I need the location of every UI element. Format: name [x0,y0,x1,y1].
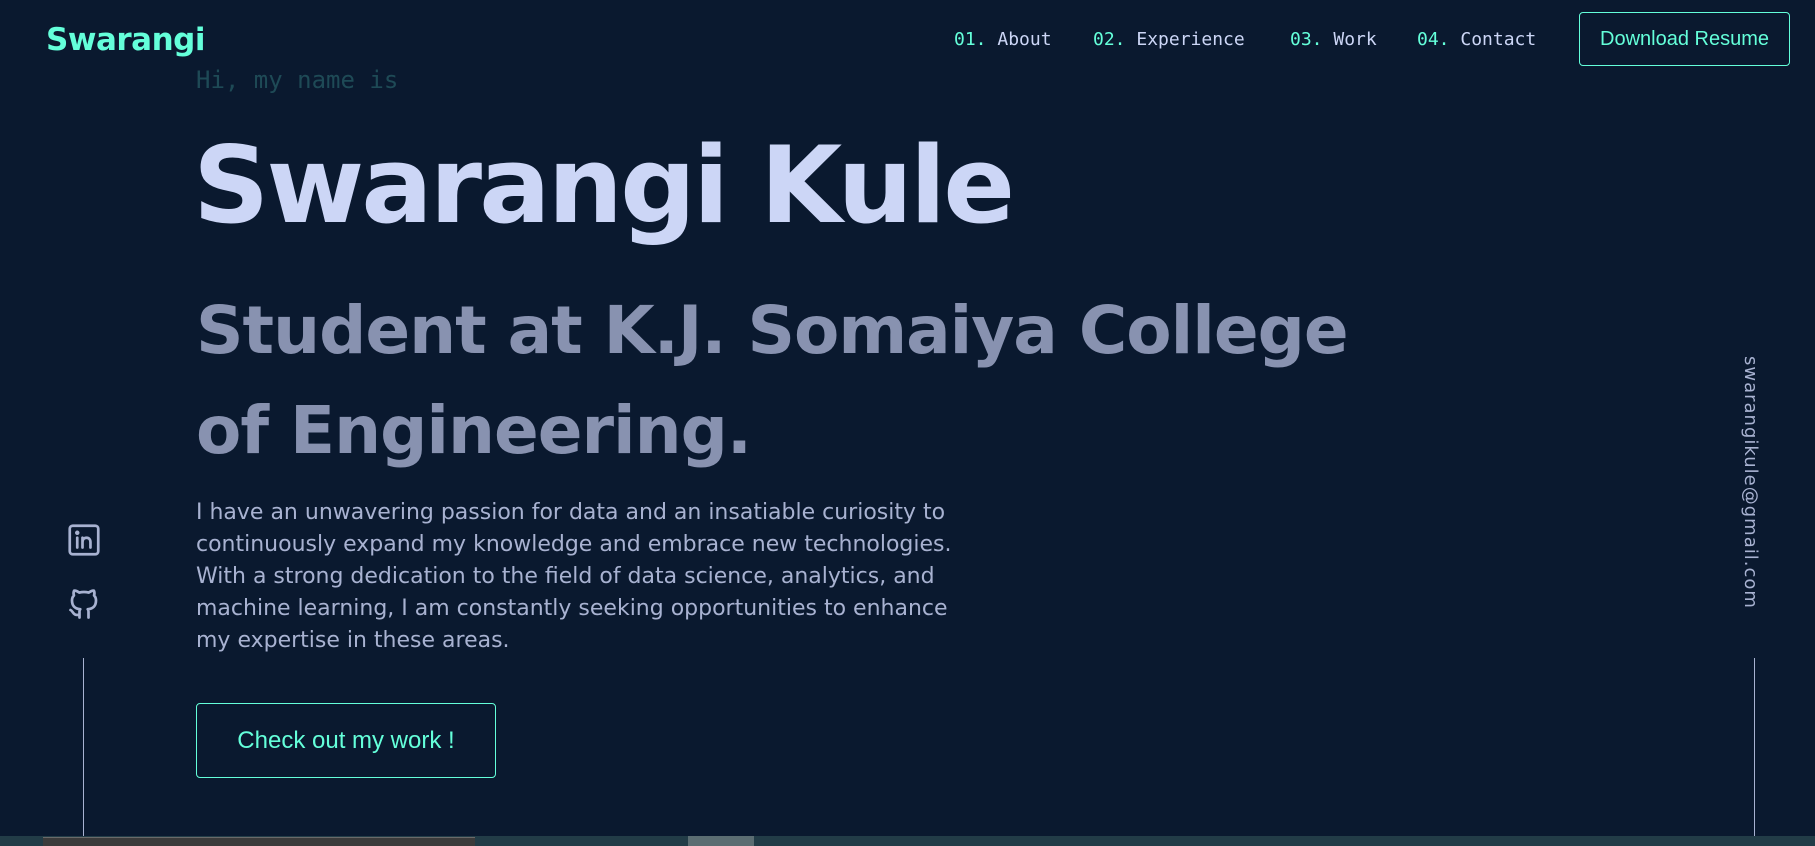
nav-link-contact[interactable]: 04. Contact [1417,29,1536,50]
left-divider-line [83,658,84,838]
nav-label: About [997,29,1052,50]
site-logo[interactable]: Swarangi [46,22,205,58]
nav-number: 01. [954,29,987,50]
nav-label: Contact [1460,29,1537,50]
hero-subtitle: Student at K.J. Somaiya College of Engin… [196,292,1349,469]
nav-label: Work [1333,29,1377,50]
nav-link-experience[interactable]: 02. Experience [1093,29,1245,50]
github-icon[interactable] [66,586,102,622]
email-link[interactable]: swarangikule@gmail.com [1740,356,1761,609]
nav-link-about[interactable]: 01. About [954,29,1052,50]
nav-label: Experience [1136,29,1245,50]
hero-greeting: Hi, my name is [196,66,399,94]
check-out-work-button[interactable]: Check out my work ! [196,703,496,778]
download-resume-button[interactable]: Download Resume [1579,12,1790,66]
scrollbar-thumb[interactable] [688,836,754,846]
linkedin-icon[interactable] [66,522,102,558]
hero-name: Swarangi Kule [193,124,1015,247]
nav-number: 02. [1093,29,1126,50]
nav-number: 03. [1290,29,1323,50]
right-divider-line [1754,658,1755,838]
taskbar-window-thumbnail[interactable] [43,837,475,846]
hero-description: I have an unwavering passion for data an… [196,500,952,653]
nav-link-work[interactable]: 03. Work [1290,29,1377,50]
nav-number: 04. [1417,29,1450,50]
